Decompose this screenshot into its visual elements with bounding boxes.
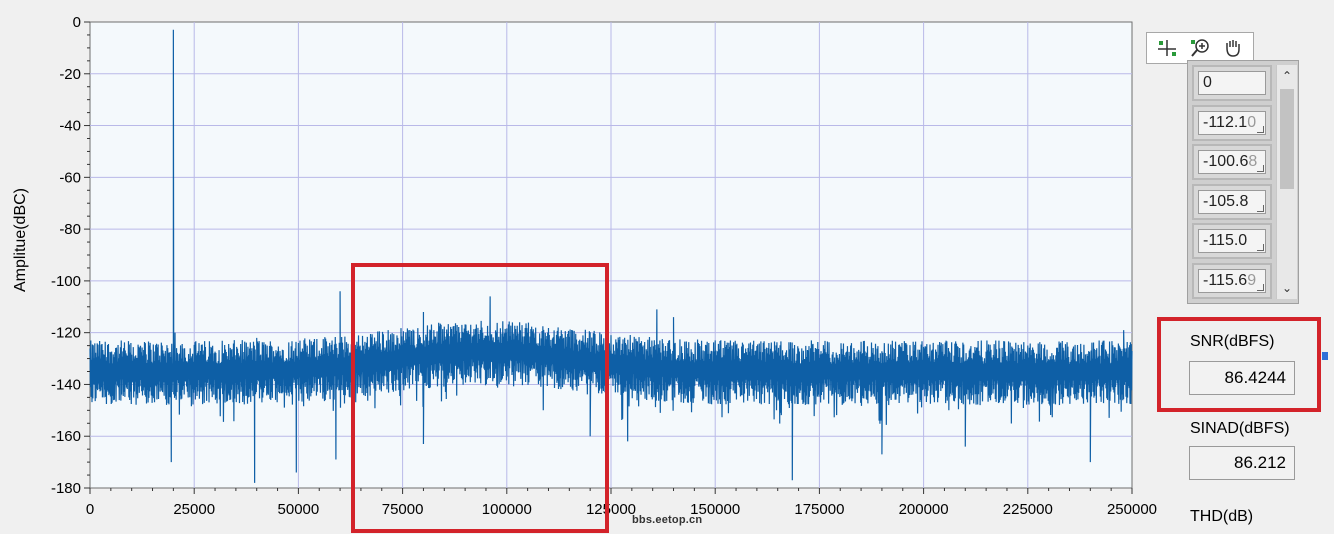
y-tick-label: -100 — [51, 273, 81, 290]
y-tick-label: 0 — [73, 14, 81, 31]
x-tick-label: 225000 — [1003, 501, 1053, 518]
x-axis: 0 25000 50000 75000 100000 125000 150000 175000… — [86, 488, 1157, 518]
highlight-box-snr — [1157, 317, 1321, 412]
y-tick-label: -40 — [59, 118, 81, 135]
array-cell[interactable]: -112.1 0 — [1192, 104, 1272, 141]
array-cell[interactable]: -115.0 — [1192, 223, 1272, 259]
pan-hand-icon — [1225, 40, 1240, 57]
array-cell[interactable]: -115.6 9 — [1192, 262, 1272, 299]
array-cell[interactable]: -105.8 — [1192, 183, 1272, 220]
y-tick-label: -20 — [59, 66, 81, 83]
array-cells: 0 -112.1 0 -100.6 8 -105.8 -115.0 -115.6 9 — [1192, 65, 1272, 302]
spectrum-plot[interactable]: 0 -20 -40 -60 -80 -100 -120 -140 -160 -180 0 25000… — [0, 0, 1334, 534]
x-tick-label: 200000 — [899, 501, 949, 518]
y-tick-label: -180 — [51, 480, 81, 497]
highlight-box-band — [351, 263, 609, 533]
pan-tool-button[interactable] — [1220, 36, 1246, 60]
x-tick-label: 175000 — [794, 501, 844, 518]
x-tick-label: 0 — [86, 501, 94, 518]
cursor-move-icon — [1158, 40, 1177, 56]
sinad-label: SINAD(dBFS) — [1190, 420, 1290, 437]
peak-values-array: 0 -112.1 0 -100.6 8 -105.8 -115.0 -115.6 9 … — [1187, 60, 1299, 304]
x-tick-label: 25000 — [173, 501, 215, 518]
chevron-up-icon[interactable]: ⌃ — [1277, 65, 1297, 87]
y-axis: 0 -20 -40 -60 -80 -100 -120 -140 -160 -180 — [51, 14, 90, 497]
array-cell[interactable]: -100.6 8 — [1192, 144, 1272, 180]
zoom-icon — [1190, 39, 1209, 57]
y-tick-label: -160 — [51, 428, 81, 445]
sinad-value: 86.212 — [1189, 446, 1295, 480]
y-axis-title: Amplitue(dBC) — [12, 188, 29, 292]
scroll-thumb[interactable] — [1280, 89, 1294, 189]
cursor-tool-button[interactable] — [1154, 36, 1180, 60]
scroll-marker — [1322, 352, 1328, 360]
y-tick-label: -120 — [51, 325, 81, 342]
y-tick-label: -140 — [51, 376, 81, 393]
zoom-tool-button[interactable] — [1187, 36, 1213, 60]
thd-label: THD(dB) — [1190, 508, 1254, 525]
array-scrollbar[interactable]: ⌃ ⌄ — [1276, 65, 1297, 299]
y-tick-label: -60 — [59, 169, 81, 186]
array-cell[interactable]: 0 — [1192, 65, 1272, 101]
x-tick-label: 50000 — [278, 501, 320, 518]
chevron-down-icon[interactable]: ⌄ — [1277, 277, 1297, 299]
y-tick-label: -80 — [59, 221, 81, 238]
x-tick-label: 250000 — [1107, 501, 1157, 518]
watermark: bbs.eetop.cn — [632, 514, 703, 526]
